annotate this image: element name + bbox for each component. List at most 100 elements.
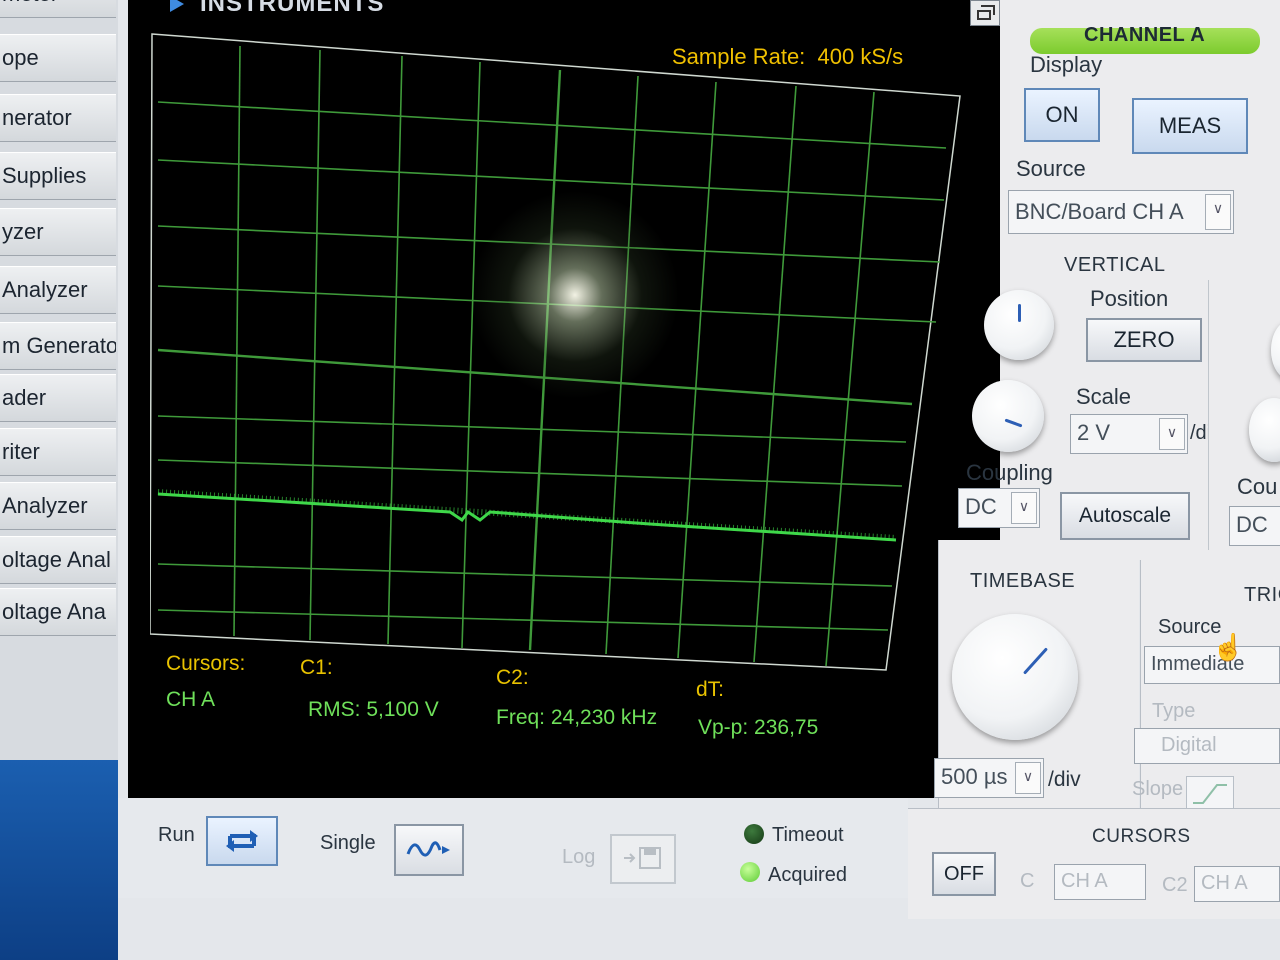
grid-v-line <box>461 61 481 649</box>
chevron-down-icon: ∨ <box>1011 492 1037 524</box>
timebase-select[interactable]: 500 µs ∨ <box>934 758 1044 798</box>
cursor-c2-select-value: CH A <box>1201 872 1248 894</box>
timebase-knob[interactable] <box>952 614 1078 740</box>
cursors-channel: CH A <box>166 688 216 711</box>
position-label: Position <box>1090 286 1169 311</box>
acquired-led-icon <box>740 862 760 882</box>
chevron-down-icon: ∨ <box>1015 762 1041 794</box>
instrument-item-label: oltage Ana <box>2 599 106 624</box>
display-label: Display <box>1030 52 1103 77</box>
single-label: Single <box>320 832 376 854</box>
instrument-item-label: yzer <box>2 219 44 244</box>
run-loop-icon <box>226 830 258 852</box>
cursor-dt-label: dT: <box>696 678 725 701</box>
scale-select[interactable]: 2 V ∨ <box>1070 414 1188 454</box>
acquired-label: Acquired <box>768 864 847 886</box>
slope-rising-icon[interactable] <box>1186 776 1234 810</box>
source-select-value: BNC/Board CH A <box>1015 199 1184 224</box>
instrument-item-label: ader <box>2 385 47 410</box>
timebase-select-value: 500 µs <box>941 764 1008 789</box>
instrument-item-label: nerator <box>2 105 72 130</box>
instrument-item[interactable]: yzer <box>0 208 116 256</box>
instrument-item[interactable]: oltage Anal <box>0 536 116 584</box>
log-label: Log <box>562 846 596 868</box>
timeout-label: Timeout <box>772 824 844 846</box>
chevron-down-icon: ∨ <box>1205 194 1231 230</box>
trigger-type-value: Digital <box>1161 734 1217 756</box>
screen-glare <box>470 190 680 400</box>
display-on-button[interactable]: ON <box>1024 88 1100 142</box>
instrument-item[interactable]: ope <box>0 34 116 82</box>
run-label: Run <box>158 824 195 846</box>
instrument-item[interactable]: riter <box>0 428 116 476</box>
cursor-c1-select-label: C <box>1020 870 1035 892</box>
timeout-led-icon <box>744 824 764 844</box>
channel-b-panel-edge: Cou DC <box>1208 280 1280 550</box>
instrument-item[interactable]: meter <box>0 0 116 18</box>
coupling-label: Coupling <box>966 460 1053 485</box>
instrument-item[interactable]: oltage Ana <box>0 588 116 636</box>
rms-readout: RMS: 5,100 V <box>308 698 439 721</box>
cursor-c2-select-label: C2 <box>1162 874 1188 896</box>
knob-indicator-icon <box>1004 418 1023 428</box>
grid-h-line <box>157 101 947 149</box>
grid-h-line <box>157 415 907 443</box>
brand-title: INSTRUMENTS <box>200 0 385 17</box>
meas-button[interactable]: MEAS <box>1132 98 1248 154</box>
run-button[interactable] <box>206 816 278 866</box>
instrument-item-label: ope <box>2 45 39 70</box>
grid-v-line <box>233 45 241 637</box>
cursor-c1-label: C1: <box>300 656 333 679</box>
knob-indicator-icon <box>1023 647 1048 675</box>
instrument-item[interactable]: Analyzer <box>0 266 116 314</box>
channel-b-scale-knob[interactable] <box>1249 398 1280 462</box>
grid-v-line <box>677 81 717 659</box>
instrument-item[interactable]: Analyzer <box>0 482 116 530</box>
channel-b-coupling-select[interactable]: DC <box>1229 506 1280 546</box>
channel-b-position-knob[interactable] <box>1271 320 1280 380</box>
window-restore-icon[interactable] <box>970 0 1000 26</box>
autoscale-button[interactable]: Autoscale <box>1060 492 1190 540</box>
zero-button[interactable]: ZERO <box>1086 318 1202 362</box>
channel-b-coupling-label: Cou <box>1237 474 1278 499</box>
grid-h-line <box>157 459 903 487</box>
cursor-c1-select[interactable]: CH A <box>1054 864 1146 900</box>
cursors-panel-title: CURSORS <box>1092 826 1191 847</box>
timebase-unit: /div <box>1048 768 1081 791</box>
instrument-item-label: Supplies <box>2 163 87 188</box>
source-label: Source <box>1016 156 1086 181</box>
scale-label: Scale <box>1076 384 1132 409</box>
position-knob[interactable] <box>984 290 1054 360</box>
instrument-item-label: riter <box>2 439 40 464</box>
cursors-label: Cursors: <box>166 652 246 675</box>
scale-knob[interactable] <box>972 380 1044 452</box>
coupling-select[interactable]: DC ∨ <box>958 488 1040 528</box>
cursor-c2-select[interactable]: CH A <box>1194 866 1280 902</box>
trigger-slope-label: Slope <box>1132 778 1184 800</box>
single-button[interactable] <box>394 824 464 876</box>
trigger-title: TRIG <box>1244 584 1280 606</box>
knob-indicator-icon <box>1018 304 1021 322</box>
timebase-title: TIMEBASE <box>970 570 1076 592</box>
instrument-item-label: m Generato <box>2 333 116 358</box>
grid-h-line <box>157 609 889 631</box>
source-select[interactable]: BNC/Board CH A ∨ <box>1008 190 1234 234</box>
instrument-item[interactable]: m Generato <box>0 322 116 370</box>
instrument-item-label: meter <box>0 0 116 17</box>
trigger-type-label: Type <box>1152 700 1196 722</box>
channel-a-title: CHANNEL A <box>1084 24 1206 46</box>
cursors-off-button[interactable]: OFF <box>932 852 996 896</box>
grid-v-line <box>309 49 321 641</box>
grid-v-line <box>387 55 403 645</box>
vpp-readout: Vp-p: 236,75 <box>698 716 819 739</box>
instrument-item[interactable]: ader <box>0 374 116 422</box>
instrument-item[interactable]: nerator <box>0 94 116 142</box>
grid-v-line <box>825 91 875 667</box>
chevron-down-icon: ∨ <box>1159 418 1185 450</box>
instrument-item[interactable]: Supplies <box>0 152 116 200</box>
brand-logo-icon <box>170 0 184 12</box>
log-button[interactable] <box>610 834 676 884</box>
trigger-type-select[interactable]: Digital <box>1134 728 1280 764</box>
vertical-section-title: VERTICAL <box>1064 254 1166 276</box>
mouse-pointer-icon: ☝ <box>1212 632 1245 662</box>
